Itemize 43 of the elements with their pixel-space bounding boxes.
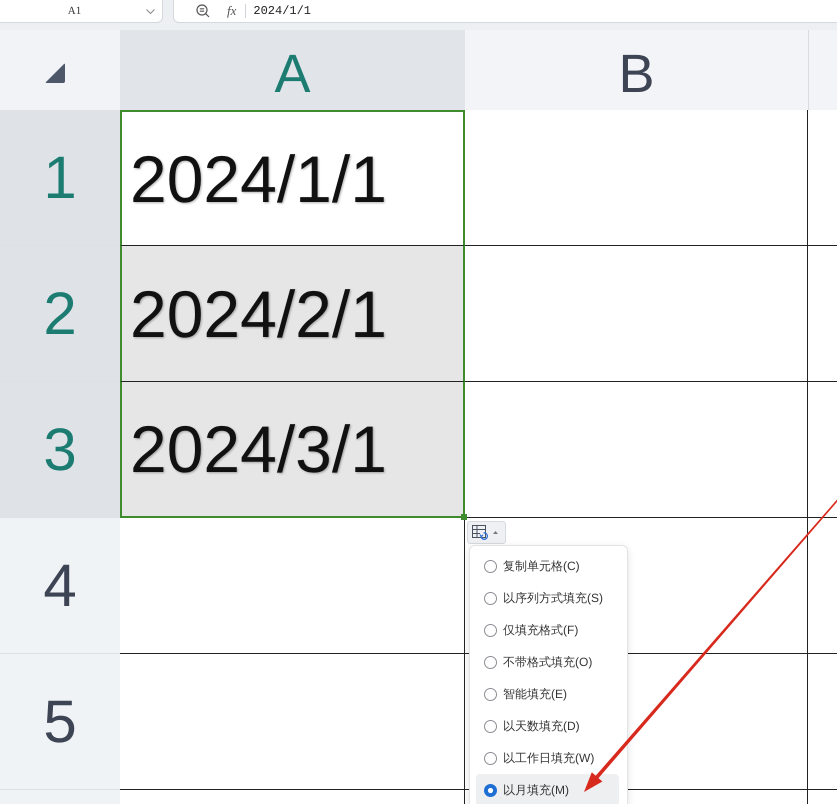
row-header[interactable]: 3 [0,382,120,518]
radio-icon [484,656,497,668]
radio-icon [484,624,497,636]
formula-bar[interactable]: fx 2024/1/1 [173,0,837,23]
radio-icon [484,752,497,764]
caret-icon [493,531,498,534]
table-cell[interactable] [120,654,465,790]
table-cell[interactable] [808,382,837,518]
table-cell[interactable] [465,110,808,246]
radio-icon [484,560,497,572]
menu-item[interactable]: 以月填充(M) [476,774,619,804]
table-cell[interactable] [808,246,837,382]
chevron-down-icon[interactable] [146,8,155,14]
radio-selected-icon [484,784,497,796]
table-cell[interactable] [120,518,465,654]
column-header[interactable] [808,30,837,110]
table-cell[interactable] [808,110,837,246]
fill-handle[interactable] [461,514,467,520]
table-cell[interactable] [808,654,837,790]
row-header[interactable]: 2 [0,246,120,382]
cell-reference: A1 [66,4,82,19]
name-box[interactable]: A1 [0,0,163,23]
fill-options-icon [472,524,489,540]
radio-icon [484,720,497,732]
table-cell[interactable]: 2024/1/1 [120,110,465,246]
column-header[interactable]: A [120,30,465,110]
table-cell[interactable] [808,518,837,654]
table-cell[interactable]: 2024/2/1 [120,246,465,382]
zoom-icon[interactable] [196,4,210,18]
radio-icon [484,592,497,604]
fill-options-button[interactable] [467,521,506,544]
column-header[interactable]: B [465,30,808,110]
select-all-corner[interactable] [0,30,120,110]
table-cell[interactable] [465,382,808,518]
table-cell[interactable]: 2024/3/1 [120,382,465,518]
table-cell[interactable] [120,790,465,804]
function-button[interactable]: fx [227,1,236,21]
select-all-icon[interactable] [44,62,66,84]
row-header[interactable]: 1 [0,110,120,246]
table-cell[interactable] [808,790,837,804]
formula-value[interactable]: 2024/1/1 [253,2,311,20]
radio-icon [484,688,497,700]
table-cell[interactable] [465,246,808,382]
